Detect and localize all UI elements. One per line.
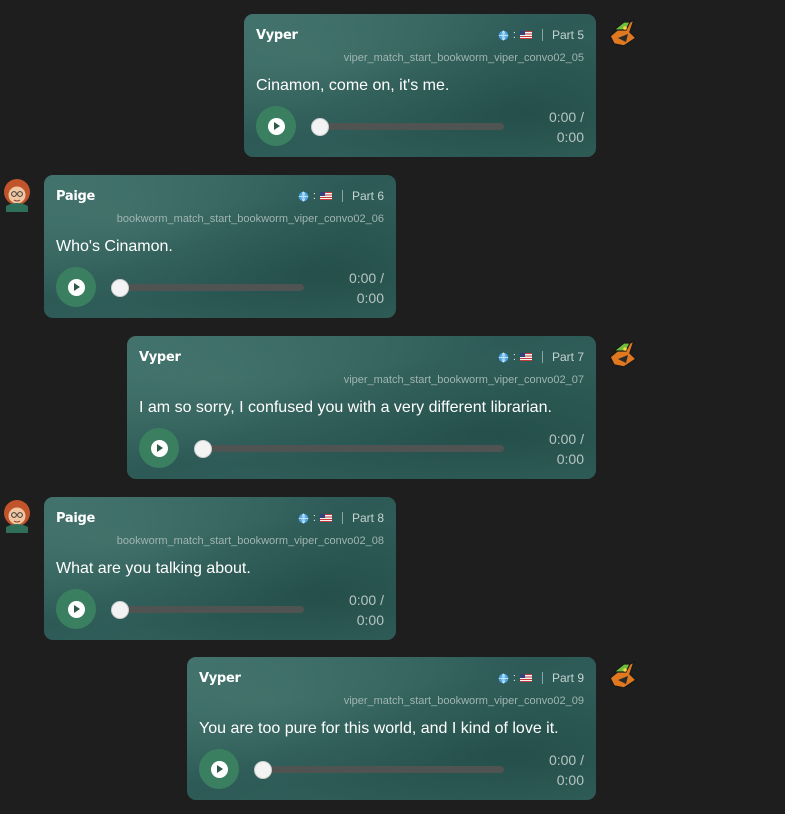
globe-icon <box>498 30 509 40</box>
time-total: 0:00 <box>556 129 584 145</box>
time-current: 0:00 / <box>348 270 384 286</box>
message-meta: : Part 7 <box>498 350 584 364</box>
red-haired-girl-avatar-icon <box>4 179 30 212</box>
audio-progress-track[interactable] <box>112 606 304 613</box>
colon-separator: : <box>312 190 316 202</box>
snake-creature-avatar-icon <box>609 660 638 689</box>
globe-icon <box>498 352 509 362</box>
audio-progress-thumb[interactable] <box>194 440 212 458</box>
play-button[interactable] <box>139 428 179 468</box>
audio-time: 0:00 / 0:00 <box>549 429 584 469</box>
part-label: Part 7 <box>551 350 584 364</box>
colon-separator: : <box>312 512 316 524</box>
message-text: I am so sorry, I confused you with a ver… <box>139 399 552 416</box>
message-bubble: Paige : Part 8 bookworm_match_start_book… <box>44 497 396 640</box>
message-bubble: Paige : Part 6 bookworm_match_start_book… <box>44 175 396 318</box>
time-total: 0:00 <box>556 451 584 467</box>
message-text: Who's Cinamon. <box>56 238 173 255</box>
divider <box>541 29 543 41</box>
us-flag-icon <box>519 31 532 39</box>
audio-progress-track[interactable] <box>195 445 504 452</box>
file-id: viper_match_start_bookworm_viper_convo02… <box>343 695 584 707</box>
play-icon <box>150 439 168 457</box>
message-bubble: Vyper : Part 7 viper_match_start_bookwor… <box>127 336 596 479</box>
audio-time: 0:00 / 0:00 <box>549 107 584 147</box>
audio-progress-track[interactable] <box>312 123 504 130</box>
snake-creature-avatar-icon <box>609 339 638 368</box>
play-icon <box>210 760 228 778</box>
audio-progress-thumb[interactable] <box>311 118 329 136</box>
speaker-name: Vyper <box>139 350 181 365</box>
speaker-name: Vyper <box>256 28 298 43</box>
time-current: 0:00 / <box>348 592 384 608</box>
speaker-name: Paige <box>56 189 96 204</box>
play-icon <box>67 278 85 296</box>
audio-time: 0:00 / 0:00 <box>349 590 384 630</box>
audio-progress-thumb[interactable] <box>111 279 129 297</box>
audio-progress-track[interactable] <box>112 284 304 291</box>
part-label: Part 8 <box>351 511 384 525</box>
play-button[interactable] <box>199 749 239 789</box>
message-text: You are too pure for this world, and I k… <box>199 720 559 737</box>
play-icon <box>267 117 285 135</box>
message-meta: : Part 8 <box>298 511 384 525</box>
play-button[interactable] <box>56 589 96 629</box>
part-label: Part 6 <box>351 189 384 203</box>
message-meta: : Part 5 <box>498 28 584 42</box>
colon-separator: : <box>512 351 516 363</box>
message-meta: : Part 9 <box>498 671 584 685</box>
us-flag-icon <box>519 353 532 361</box>
message-text: Cinamon, come on, it's me. <box>256 77 450 94</box>
audio-time: 0:00 / 0:00 <box>349 268 384 308</box>
us-flag-icon <box>319 192 332 200</box>
message-text: What are you talking about. <box>56 560 251 577</box>
colon-separator: : <box>512 29 516 41</box>
audio-progress-thumb[interactable] <box>111 601 129 619</box>
audio-time: 0:00 / 0:00 <box>549 750 584 790</box>
time-current: 0:00 / <box>548 431 584 447</box>
time-current: 0:00 / <box>548 109 584 125</box>
globe-icon <box>498 673 509 683</box>
play-button[interactable] <box>56 267 96 307</box>
file-id: viper_match_start_bookworm_viper_convo02… <box>343 374 584 386</box>
message-bubble: Vyper : Part 9 viper_match_start_bookwor… <box>187 657 596 800</box>
time-total: 0:00 <box>556 772 584 788</box>
globe-icon <box>298 191 309 201</box>
speaker-name: Paige <box>56 511 96 526</box>
snake-creature-avatar-icon <box>609 18 638 47</box>
colon-separator: : <box>512 672 516 684</box>
file-id: bookworm_match_start_bookworm_viper_conv… <box>116 213 384 225</box>
part-label: Part 9 <box>551 671 584 685</box>
time-current: 0:00 / <box>548 752 584 768</box>
speaker-name: Vyper <box>199 671 241 686</box>
play-button[interactable] <box>256 106 296 146</box>
file-id: viper_match_start_bookworm_viper_convo02… <box>343 52 584 64</box>
play-icon <box>67 600 85 618</box>
audio-progress-thumb[interactable] <box>254 761 272 779</box>
audio-progress-track[interactable] <box>255 766 504 773</box>
message-meta: : Part 6 <box>298 189 384 203</box>
us-flag-icon <box>519 674 532 682</box>
red-haired-girl-avatar-icon <box>4 500 30 533</box>
divider <box>541 672 543 684</box>
divider <box>341 190 343 202</box>
divider <box>541 351 543 363</box>
part-label: Part 5 <box>551 28 584 42</box>
divider <box>341 512 343 524</box>
us-flag-icon <box>319 514 332 522</box>
globe-icon <box>298 513 309 523</box>
file-id: bookworm_match_start_bookworm_viper_conv… <box>116 535 384 547</box>
message-bubble: Vyper : Part 5 viper_match_start_bookwor… <box>244 14 596 157</box>
time-total: 0:00 <box>356 290 384 306</box>
time-total: 0:00 <box>356 612 384 628</box>
